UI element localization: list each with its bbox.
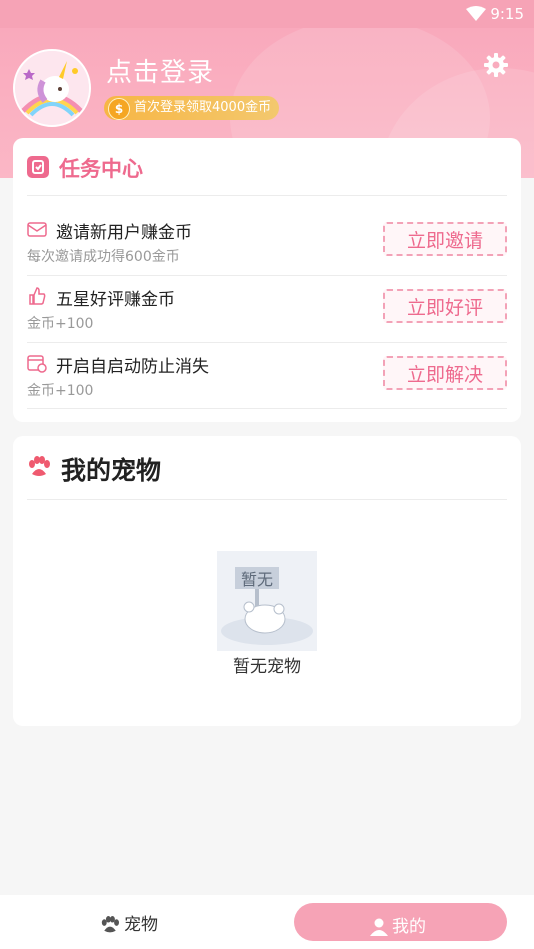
unicorn-avatar-icon [15,51,89,125]
no-pets-text: 暂无宠物 [233,657,301,677]
divider [27,275,507,276]
empty-pet-illustration: 暂无 [217,551,317,651]
task-subtitle: 金币+100 [27,383,94,399]
paw-icon [29,456,50,476]
task-title: 五星好评赚金币 [56,290,175,310]
first-login-coin-badge[interactable]: $ 首次登录领取4000金币 [104,96,280,120]
envelope-icon [27,222,47,237]
wifi-icon [466,6,486,21]
bottom-tab-bar: 宠物 我的 [0,895,534,949]
tab-mine-label: 我的 [392,917,426,937]
divider [27,342,507,343]
task-title: 开启自启动防止消失 [56,357,209,377]
divider [27,499,507,500]
tab-pets-label: 宠物 [124,915,158,935]
task-row-review: 五星好评赚金币 金币+100 立即好评 [27,277,507,343]
person-icon [370,918,388,936]
task-subtitle: 金币+100 [27,316,94,332]
task-title: 邀请新用户赚金币 [56,223,192,243]
empty-sign-text: 暂无 [241,570,273,589]
calendar-clock-icon [27,355,47,373]
tab-pets[interactable]: 宠物 [100,910,158,935]
divider [27,195,507,196]
status-bar: 9:15 [0,0,534,28]
status-time: 9:15 [490,5,524,23]
avatar[interactable] [13,49,91,127]
coin-icon: $ [108,98,130,120]
fix-now-button[interactable]: 立即解决 [383,356,507,390]
my-pets-card: 我的宠物 暂无 暂无宠物 [13,436,521,726]
task-row-invite: 邀请新用户赚金币 每次邀请成功得600金币 立即邀请 [27,210,507,276]
coin-badge-text: 首次登录领取4000金币 [134,100,272,115]
task-center-title: 任务中心 [59,157,143,181]
tab-mine[interactable]: 我的 [294,903,507,941]
paw-icon [101,916,119,933]
task-row-autostart: 开启自启动防止消失 金币+100 立即解决 [27,344,507,410]
task-center-icon [27,156,49,178]
invite-now-button[interactable]: 立即邀请 [383,222,507,256]
review-now-button[interactable]: 立即好评 [383,289,507,323]
my-pets-title: 我的宠物 [61,456,162,485]
login-link[interactable]: 点击登录 [106,52,214,89]
thumbs-up-icon [29,287,46,305]
divider [27,408,507,409]
task-center-card: 任务中心 邀请新用户赚金币 每次邀请成功得600金币 立即邀请 五星好评赚金币 … [13,138,521,422]
task-subtitle: 每次邀请成功得600金币 [27,249,180,265]
settings-gear-icon[interactable] [484,53,508,77]
